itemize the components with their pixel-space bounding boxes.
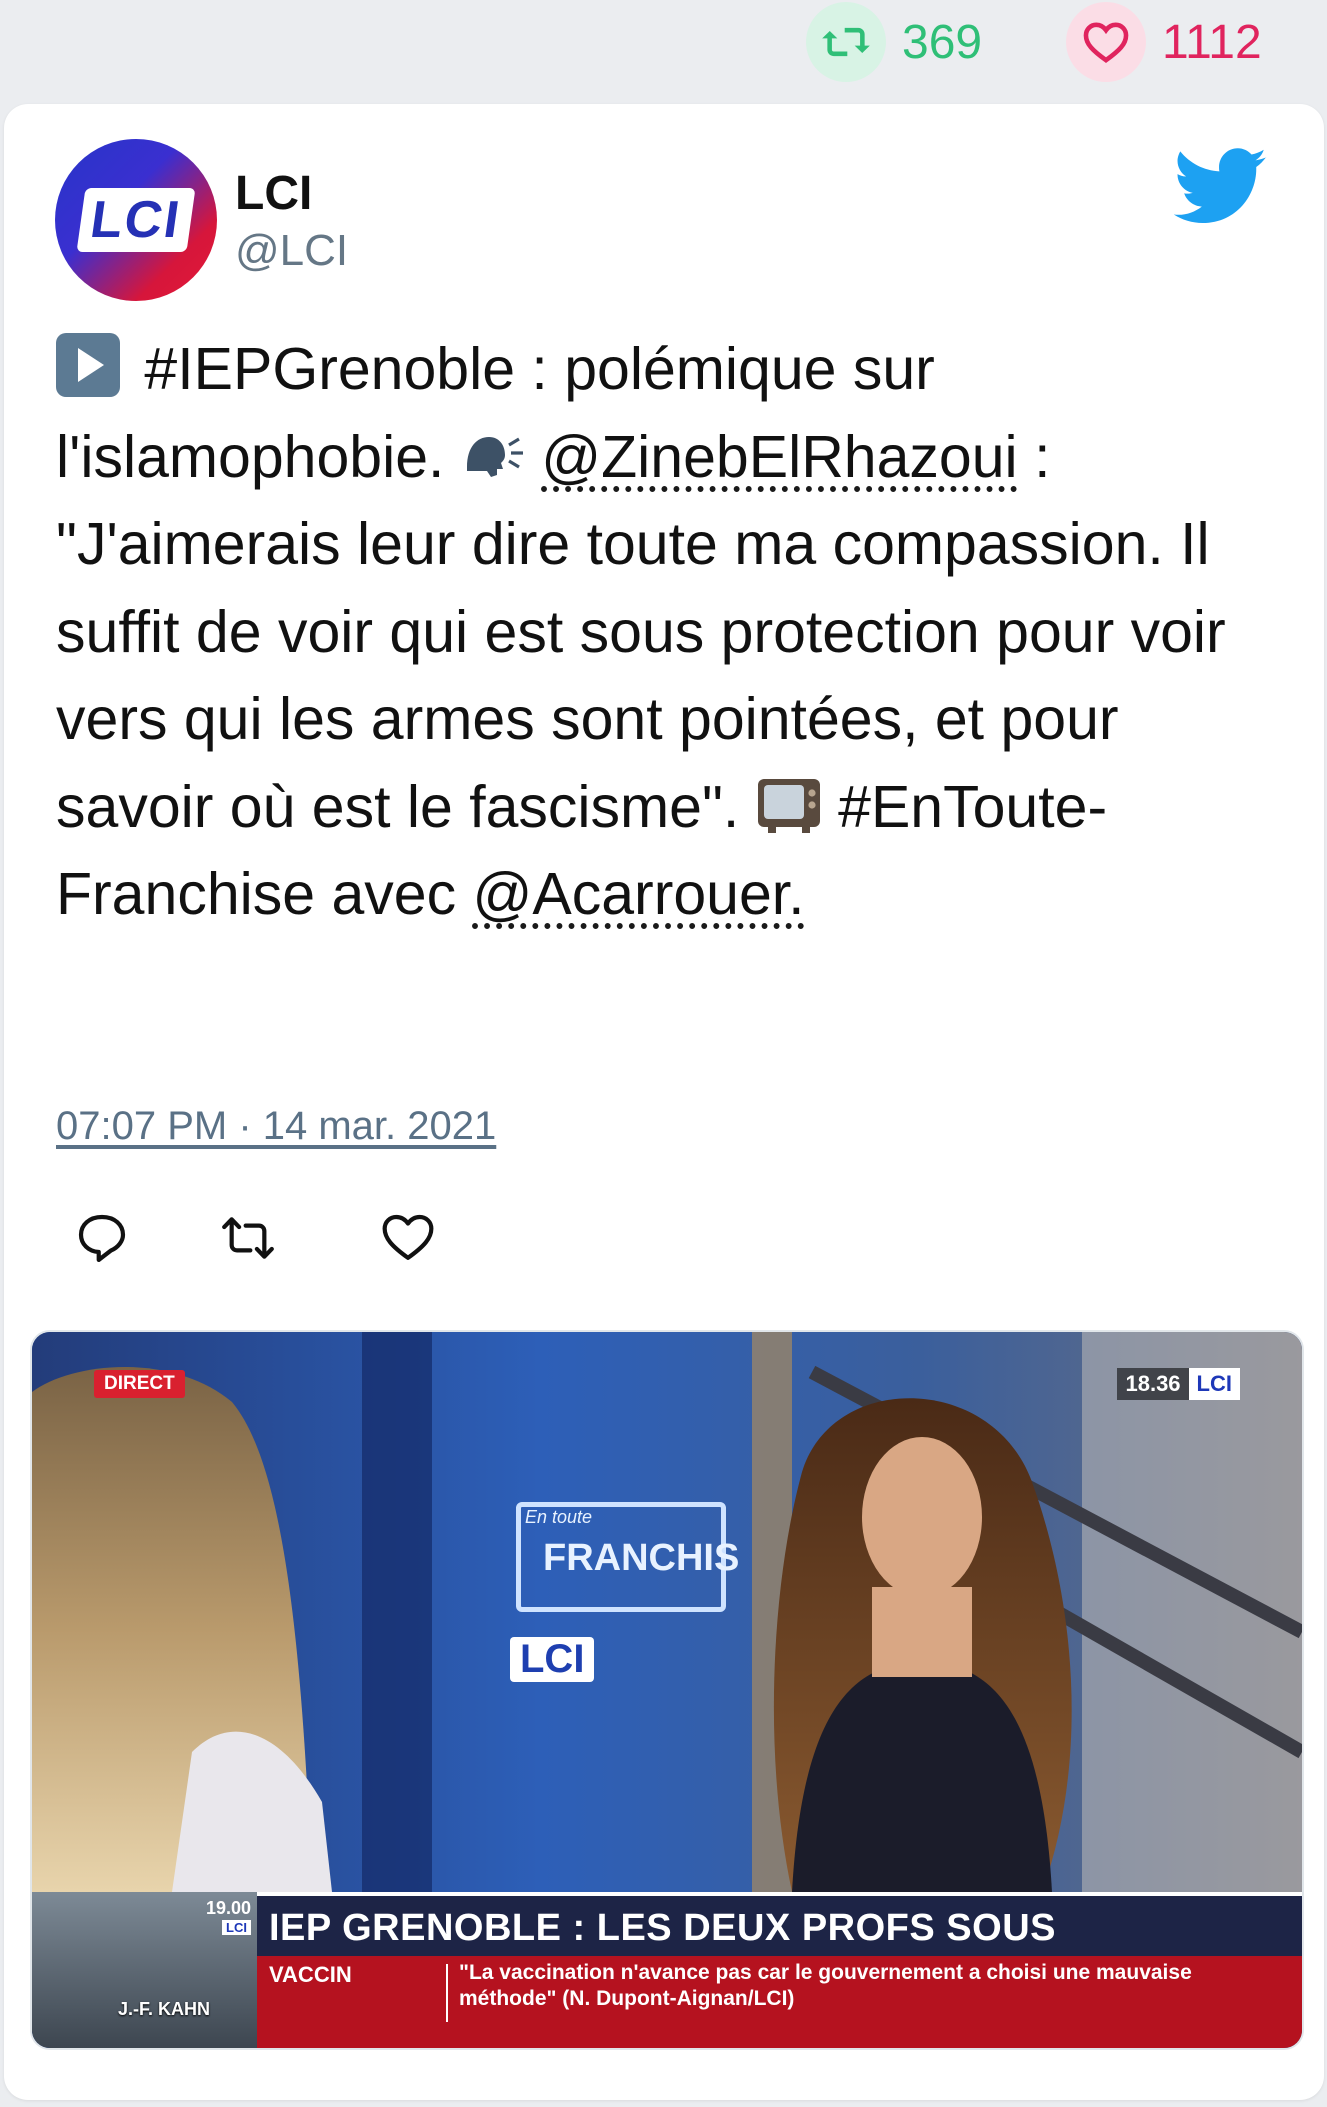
broadcast-time: 18.36 [1125, 1371, 1181, 1396]
author-handle[interactable]: @LCI [235, 226, 348, 276]
ticker-channel-logo: LCI [222, 1920, 251, 1935]
tweet-media-image[interactable]: DIRECT 18.36 LCI En toute FRANCHIS LCI 1… [30, 1330, 1304, 2050]
author-name[interactable]: LCI [235, 166, 312, 221]
tweet-card: LCI LCI @LCI #IEPGrenoble : polémique su… [4, 104, 1324, 2100]
top-stats-bar: 369 1112 [0, 0, 1327, 100]
news-ticker: 19.00 LCI J.-F. KAHN IEP GRENOBLE : LES … [32, 1892, 1302, 2048]
ticker-separator [446, 1964, 448, 2022]
tweet-text: #IEPGrenoble : polémique sur l'islamopho… [56, 326, 1286, 939]
avatar[interactable]: LCI [55, 139, 217, 301]
retweet-count: 369 [902, 15, 983, 69]
retweet-icon [806, 2, 886, 82]
ticker-headline: IEP GRENOBLE : LES DEUX PROFS SOUS PROTE… [257, 1892, 1302, 2013]
ticker-category: VACCIN [269, 1962, 352, 1987]
studio-sign: En toute FRANCHIS [516, 1502, 739, 1612]
like-count: 1112 [1162, 15, 1262, 69]
guest-name: J.-F. KAHN [118, 1999, 211, 2019]
ticker-time: 19.00 [205, 1898, 251, 1918]
channel-time-bug: 18.36 LCI [1117, 1368, 1240, 1400]
speaking-head-emoji-icon [461, 420, 525, 477]
twitter-bird-icon[interactable] [1174, 146, 1268, 228]
tweet-timestamp[interactable]: 07:07 PM · 14 mar. 2021 [56, 1104, 496, 1149]
retweet-action-icon[interactable] [220, 1210, 276, 1266]
channel-logo: LCI [1188, 1368, 1240, 1400]
mention-link[interactable]: @ZinebElRhazoui [541, 424, 1017, 490]
retweet-stat[interactable]: 369 [806, 0, 982, 84]
live-badge: DIRECT [94, 1370, 185, 1398]
mention-link[interactable]: @Acarrouer. [472, 861, 804, 927]
ticker-quote: "La vaccination n'avance pas car le gouv… [459, 1961, 1192, 2010]
guest-thumbnail: 19.00 LCI J.-F. KAHN [32, 1892, 257, 2048]
studio-logo: LCI [510, 1637, 595, 1682]
television-emoji-icon [756, 772, 822, 834]
heart-icon [1066, 2, 1146, 82]
ticker-bottom-band: VACCIN "La vaccination n'avance pas car … [257, 1956, 1302, 2048]
reply-icon[interactable] [74, 1210, 130, 1266]
studio-sign-small-text: En toute [525, 1507, 593, 1527]
play-button-emoji-icon [56, 333, 120, 397]
lci-logo: LCI [76, 188, 196, 252]
like-stat[interactable]: 1112 [1066, 0, 1262, 84]
studio-sign-text: FRANCHIS [543, 1537, 740, 1579]
like-action-icon[interactable] [380, 1210, 436, 1266]
